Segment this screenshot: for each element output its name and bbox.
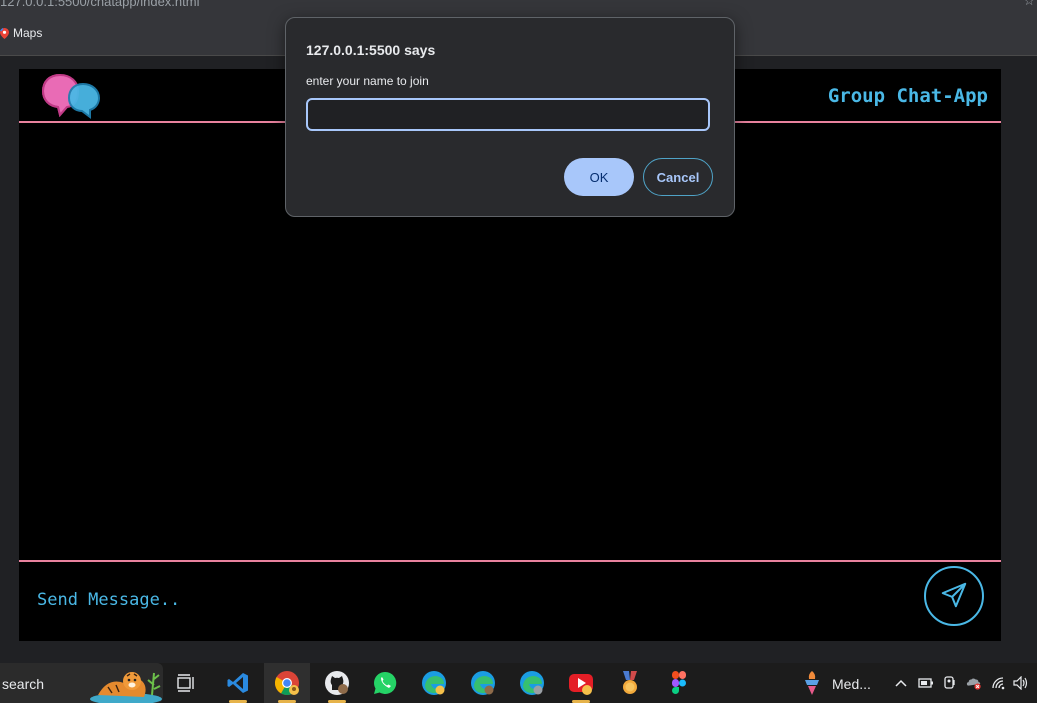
vscode-icon[interactable]: [224, 669, 252, 697]
chevron-up-icon[interactable]: [893, 675, 909, 691]
media-app-icon[interactable]: [798, 669, 826, 697]
message-input[interactable]: [35, 579, 879, 621]
maps-pin-icon: [0, 27, 9, 39]
search-label: search: [2, 676, 45, 692]
taskbar: search Med...: [0, 663, 1037, 703]
figma-icon[interactable]: [665, 669, 693, 697]
tiger-illustration-icon: [88, 665, 163, 703]
volume-icon[interactable]: [1013, 675, 1029, 691]
edge-dev-icon[interactable]: [518, 669, 546, 697]
message-composer: [19, 560, 1001, 643]
ok-button[interactable]: OK: [564, 158, 634, 196]
wifi-icon[interactable]: [991, 675, 1007, 691]
camera-privacy-icon[interactable]: [942, 675, 958, 691]
edge-beta-icon[interactable]: [469, 669, 497, 697]
dialog-message: enter your name to join: [306, 74, 429, 88]
send-icon: [939, 580, 969, 613]
send-button[interactable]: [924, 566, 984, 626]
whatsapp-icon[interactable]: [371, 669, 399, 697]
chrome-canary-icon[interactable]: [567, 669, 595, 697]
dialog-title: 127.0.0.1:5500 says: [306, 42, 436, 58]
edge-icon[interactable]: [420, 669, 448, 697]
prompt-dialog: 127.0.0.1:5500 says enter your name to j…: [285, 17, 735, 217]
chrome-icon[interactable]: [273, 669, 301, 697]
address-bar[interactable]: 127.0.0.1:5500/chatapp/index.html ☆: [0, 0, 1037, 10]
taskbar-search[interactable]: search: [0, 663, 163, 703]
onedrive-error-icon[interactable]: [966, 675, 982, 691]
bookmark-maps[interactable]: Maps: [0, 26, 42, 40]
name-input[interactable]: [306, 98, 710, 131]
media-app-label[interactable]: Med...: [832, 676, 871, 692]
url-text[interactable]: 127.0.0.1:5500/chatapp/index.html: [0, 0, 199, 9]
app-title: Group Chat-App: [827, 85, 988, 107]
battery-icon[interactable]: [918, 675, 934, 691]
github-icon[interactable]: [323, 669, 351, 697]
chat-logo-icon: [40, 72, 102, 120]
medal-icon[interactable]: [616, 669, 644, 697]
task-view-icon[interactable]: [173, 669, 201, 697]
cancel-button[interactable]: Cancel: [643, 158, 713, 196]
bookmark-star-icon[interactable]: ☆: [1023, 0, 1035, 9]
bookmark-label: Maps: [13, 26, 43, 40]
